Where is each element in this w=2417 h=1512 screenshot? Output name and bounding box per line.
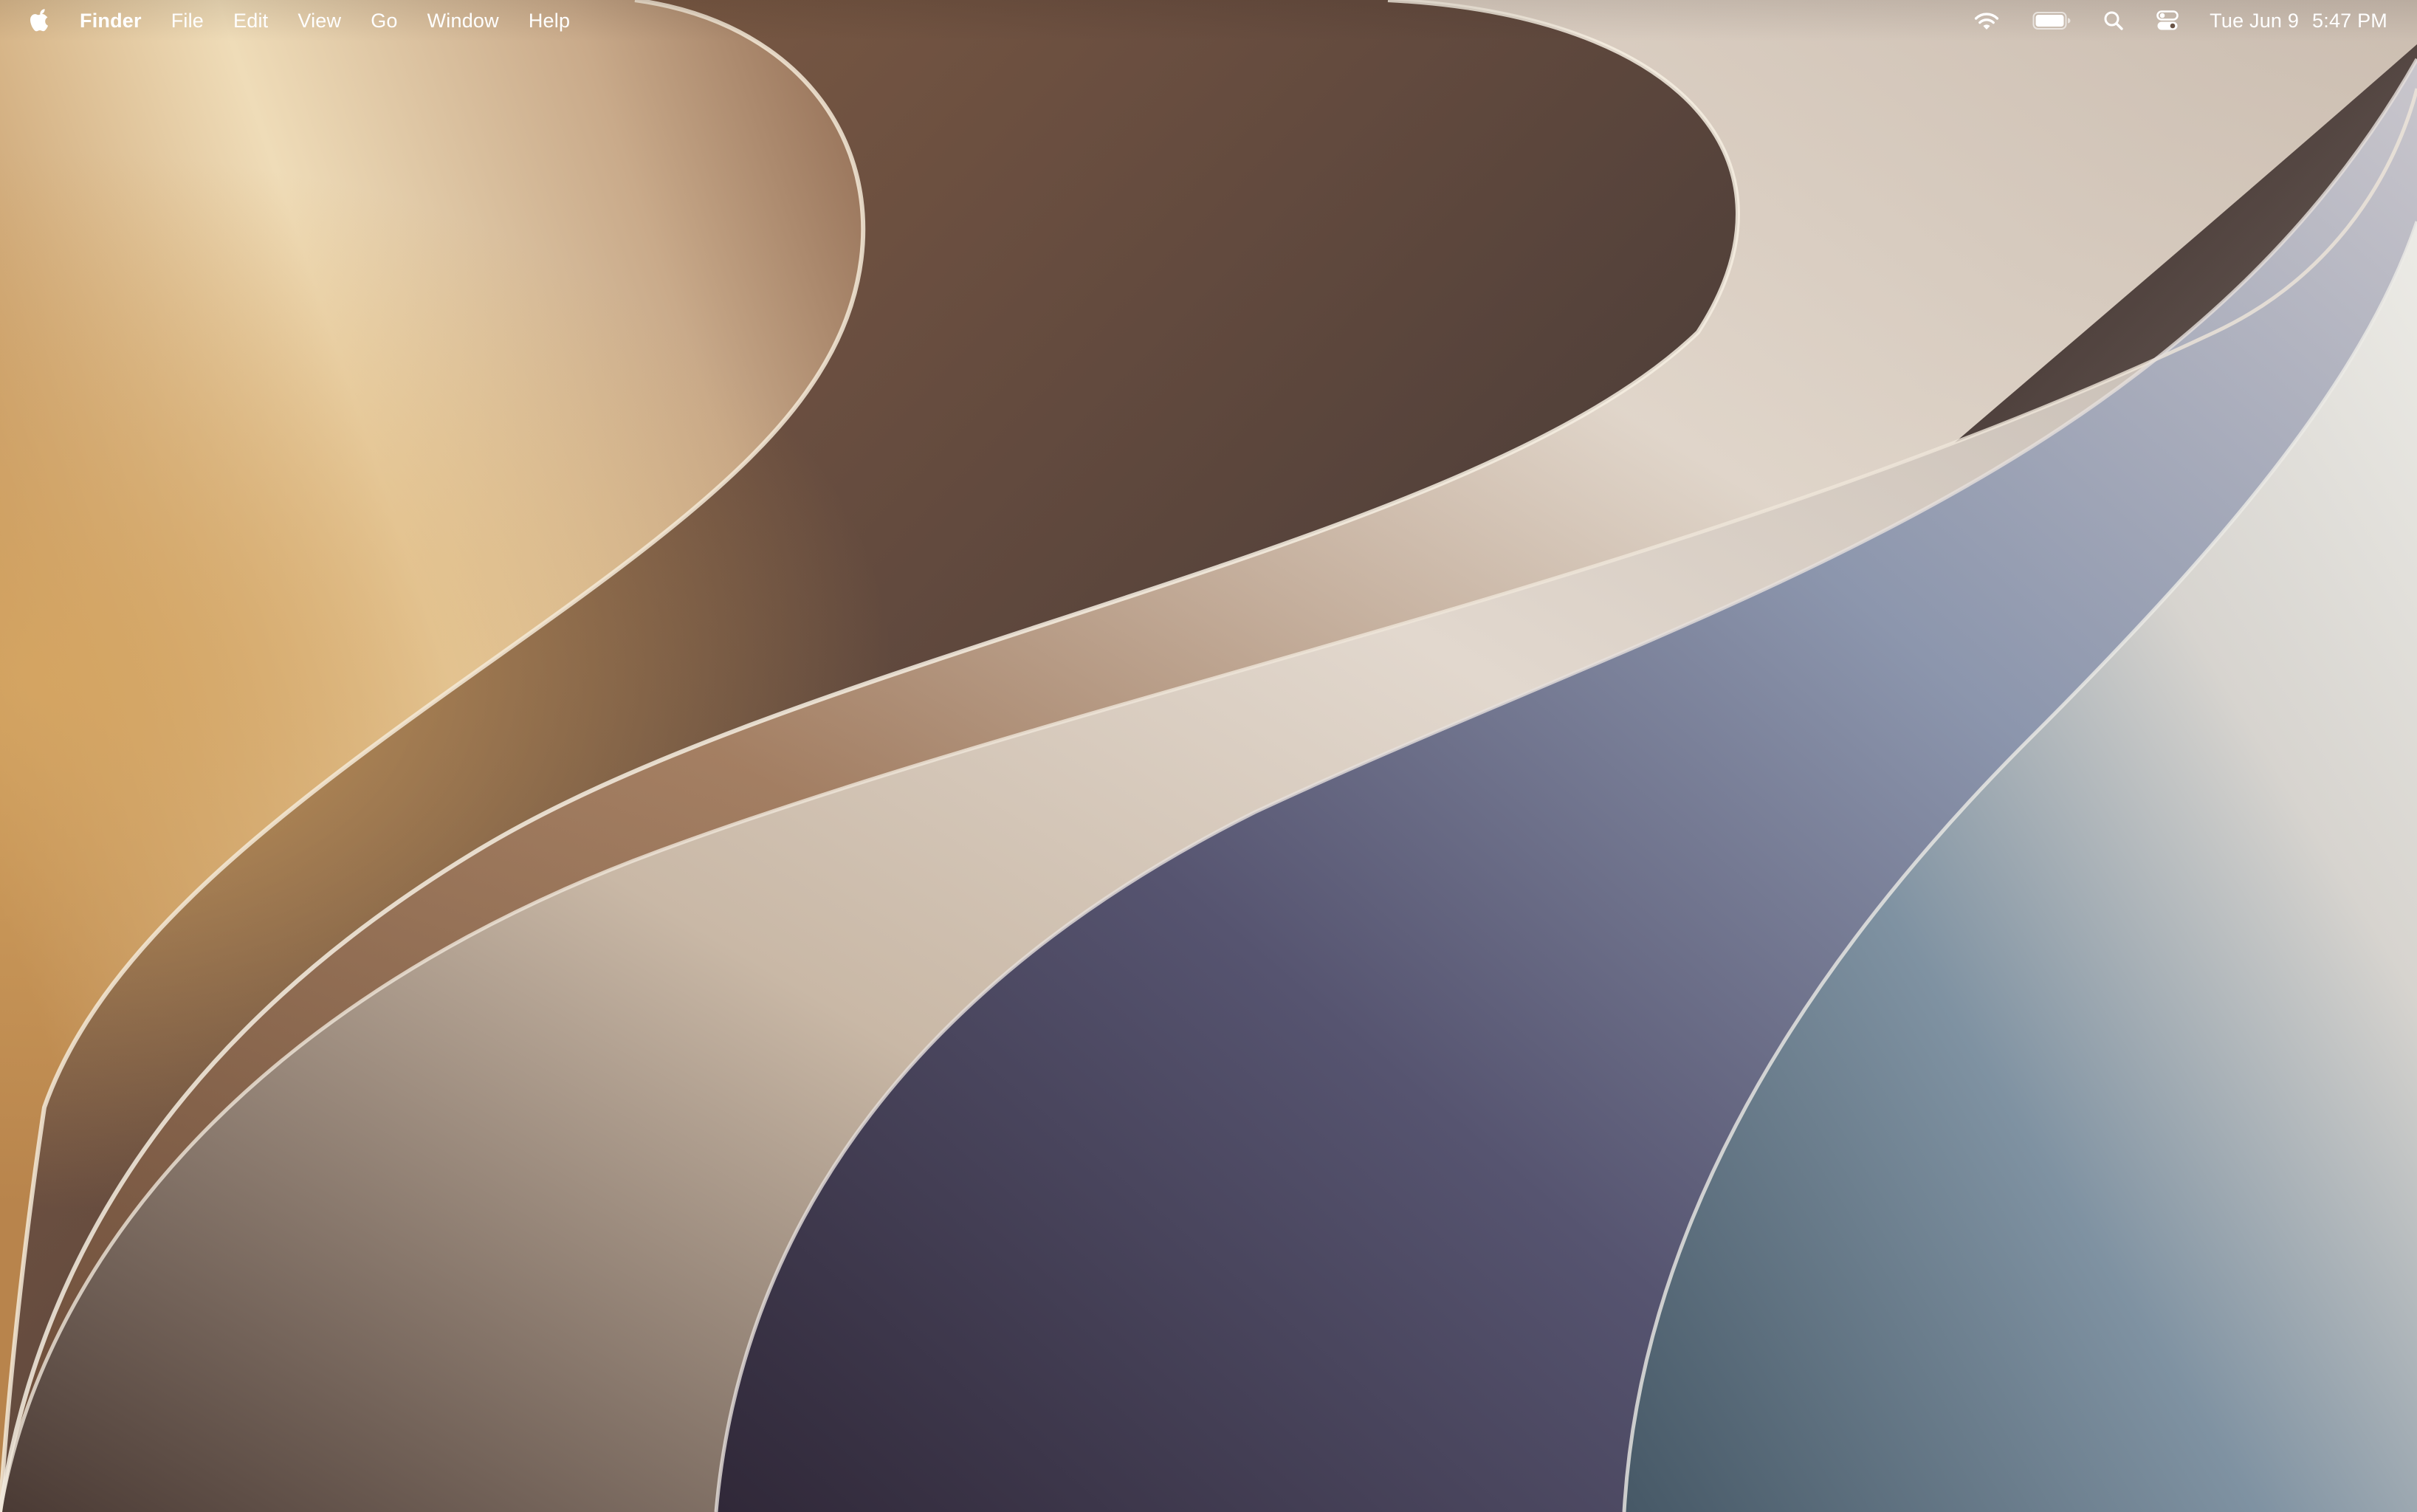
menu-window[interactable]: Window [427,10,499,32]
menu-bar-clock[interactable]: Tue Jun 9 5:47 PM [2210,10,2387,32]
clock-time: 5:47 PM [2312,9,2387,32]
control-center-icon[interactable] [2156,6,2179,35]
menu-view[interactable]: View [298,10,341,32]
wifi-icon[interactable] [1973,6,2000,35]
menu-go[interactable]: Go [371,10,397,32]
battery-icon[interactable] [2032,6,2071,35]
menu-file[interactable]: File [171,10,204,32]
desktop-wallpaper [0,0,2417,1512]
menu-help[interactable]: Help [529,10,570,32]
menu-edit[interactable]: Edit [233,10,268,32]
desktop: Finder File Edit View Go Window Help Tue… [0,0,2417,1512]
apple-logo-icon[interactable] [28,6,53,35]
clock-date: Tue Jun 9 [2210,9,2300,32]
menu-bar-right: Tue Jun 9 5:47 PM [1941,0,2387,41]
menu-bar-left: Finder File Edit View Go Window Help [28,0,599,41]
search-icon[interactable] [2103,6,2124,35]
menu-bar: Finder File Edit View Go Window Help Tue… [0,0,2417,41]
menu-app-name[interactable]: Finder [80,10,142,32]
